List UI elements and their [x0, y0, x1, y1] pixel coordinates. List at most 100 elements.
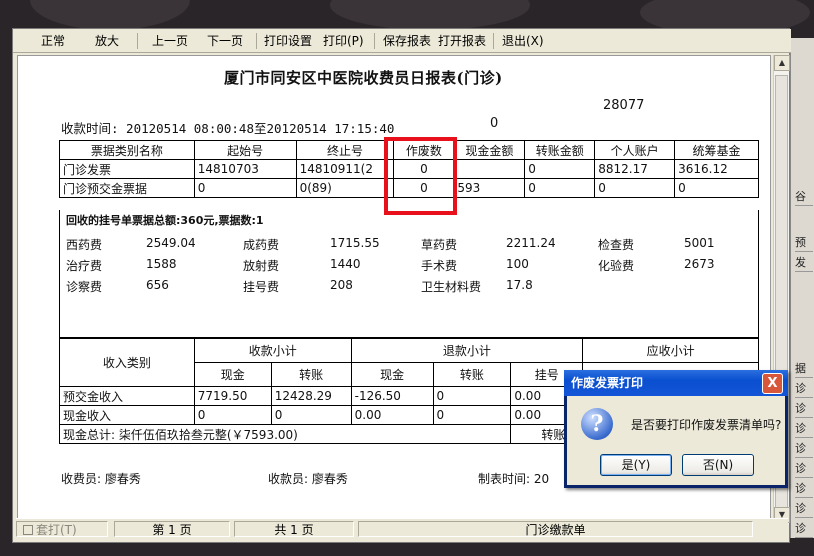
table-cell: 593 [453, 178, 526, 198]
no-button[interactable]: 否(N) [682, 454, 754, 476]
background-decoration [30, 0, 190, 30]
table-cell: 0 [594, 178, 676, 198]
toolbar-separator [374, 33, 375, 49]
dialog-message: 是否要打印作废发票清单吗? [631, 418, 782, 432]
side-cell: 发 [795, 254, 813, 272]
print-button[interactable]: 打印(P) [323, 33, 364, 49]
table-cell: 0 [524, 178, 596, 198]
table-cell: 0 [193, 405, 272, 425]
table-cell: 预交金收入 [59, 386, 195, 406]
next-page-button[interactable]: 下一页 [207, 33, 243, 49]
fee-value: 1715.55 [330, 236, 380, 250]
table-cell: 现金收入 [59, 405, 195, 425]
overlay-print-checkbox[interactable]: 套打(T) [16, 521, 108, 537]
toolbar-separator [137, 33, 138, 49]
fee-name: 成药费 [243, 238, 280, 252]
column-header: 起始号 [193, 140, 297, 160]
checkbox-label: 套打(T) [36, 523, 77, 537]
close-icon[interactable]: X [762, 373, 783, 394]
collected-note: 回收的挂号单票据总额:360元,票据数:1 [66, 214, 264, 227]
column-header: 现金 [193, 362, 272, 387]
side-cell: 谷 [795, 188, 813, 206]
table-cell: 0.00 [350, 405, 434, 425]
fee-value: 100 [506, 257, 529, 271]
fee-value: 2673 [684, 257, 715, 271]
side-cell: 诊 [795, 500, 813, 518]
column-header: 收入类别 [59, 338, 195, 387]
table-cell: 14810911(2 [295, 159, 395, 179]
table-cell: 0 [432, 386, 512, 406]
time-extra: 0 [490, 116, 499, 131]
table-cell: 0 [193, 178, 297, 198]
table-cell: 12428.29 [270, 386, 352, 406]
column-header: 个人账户 [594, 140, 676, 160]
fee-value: 1440 [330, 257, 361, 271]
dialog-title: 作废发票打印 [564, 370, 788, 396]
background-decoration [330, 0, 530, 30]
fee-name: 草药费 [421, 238, 458, 252]
checkbox-icon[interactable] [23, 525, 33, 535]
toolbar: 正常 放大 上一页 下一页 打印设置 打印(P) 保存报表 打开报表 退出(X) [13, 29, 791, 53]
table-cell: 门诊预交金票据 [59, 178, 195, 198]
made-time-label: 制表时间: 20 [478, 472, 550, 486]
scroll-up-icon[interactable]: ▲ [774, 55, 790, 71]
fee-name: 手术费 [421, 259, 458, 273]
side-cell: 诊 [795, 520, 813, 538]
side-cell: 诊 [795, 480, 813, 498]
void-invoice-print-dialog: 作废发票打印 X ? 是否要打印作废发票清单吗? 是(Y) 否(N) [564, 370, 788, 488]
table-cell: 8812.17 [594, 159, 676, 179]
table-cell: 3616.12 [674, 159, 759, 179]
table-cell: 0 [674, 178, 759, 198]
side-cell: 诊 [795, 440, 813, 458]
side-cell: 诊 [795, 420, 813, 438]
save-report-button[interactable]: 保存报表 [383, 33, 431, 49]
prev-page-button[interactable]: 上一页 [152, 33, 188, 49]
table-cell [453, 159, 526, 179]
fee-name: 放射费 [243, 259, 280, 273]
fee-name: 西药费 [66, 238, 103, 252]
open-report-button[interactable]: 打开报表 [438, 33, 486, 49]
column-header: 现金金额 [453, 140, 526, 160]
table-header-row: 收入类别 收款小计 退款小计 应收小计 [59, 338, 759, 387]
fee-value: 1588 [146, 257, 177, 271]
group-header: 退款小计 [350, 338, 584, 363]
column-header: 现金 [350, 362, 434, 387]
column-header: 转账金额 [524, 140, 596, 160]
exit-button[interactable]: 退出(X) [502, 33, 544, 49]
fee-value: 2549.04 [146, 236, 196, 250]
zoom-in-button[interactable]: 放大 [95, 33, 119, 49]
table-cell: 0 [270, 405, 352, 425]
side-cell: 诊 [795, 400, 813, 418]
group-header: 收款小计 [193, 338, 352, 363]
current-page: 第 1 页 [114, 521, 230, 537]
cash-total: 现金总计: 柒仟伍佰玖拾叁元整(￥7593.00) [58, 424, 512, 444]
print-setup-button[interactable]: 打印设置 [264, 33, 312, 49]
table-cell: 门诊发票 [59, 159, 195, 179]
void-count-highlight [384, 137, 457, 215]
fee-name: 挂号费 [243, 280, 280, 294]
fee-name: 诊察费 [66, 280, 103, 294]
column-header: 票据类别名称 [59, 140, 195, 160]
side-cell: 诊 [795, 380, 813, 398]
fee-value: 5001 [684, 236, 715, 250]
fee-name: 卫生材料费 [421, 280, 482, 294]
fee-name: 检查费 [598, 238, 635, 252]
fee-name: 治疗费 [66, 259, 103, 273]
side-cell: 据 [795, 360, 813, 378]
background-window-edge: 谷 预 发 据 诊 诊 诊 诊 诊 诊 诊 诊 [790, 38, 814, 538]
cashier-label: 收费员: 廖春秀 [61, 472, 141, 486]
toolbar-separator [256, 33, 257, 49]
toolbar-separator [493, 33, 494, 49]
total-pages: 共 1 页 [234, 521, 354, 537]
report-number: 28077 [603, 98, 645, 113]
fee-items-box [59, 210, 759, 338]
column-header: 终止号 [295, 140, 395, 160]
fee-name: 化验费 [598, 259, 635, 273]
status-bar: 套打(T) 第 1 页 共 1 页 门诊缴款单 [16, 518, 788, 538]
question-icon: ? [581, 408, 613, 440]
yes-button[interactable]: 是(Y) [600, 454, 672, 476]
normal-button[interactable]: 正常 [41, 33, 65, 49]
fee-value: 2211.24 [506, 236, 556, 250]
report-name: 门诊缴款单 [358, 521, 753, 537]
receiver-label: 收款员: 廖春秀 [268, 472, 348, 486]
